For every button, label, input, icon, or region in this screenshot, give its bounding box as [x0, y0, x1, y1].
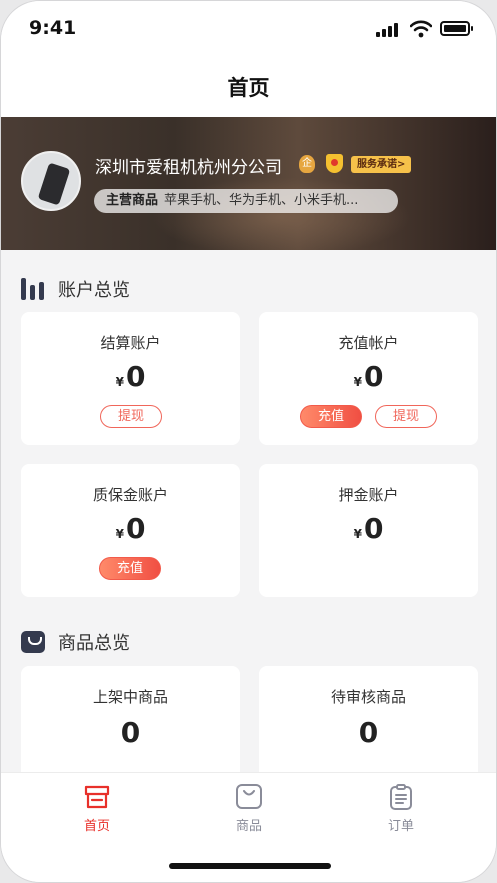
bar-chart-icon: [21, 278, 45, 300]
settlement-account-card: 结算账户 ¥0 提现: [21, 312, 240, 445]
page-title: 首页: [227, 76, 270, 100]
main-goods-label: 主营商品: [106, 193, 159, 208]
card-amount: ¥0: [115, 512, 146, 545]
card-amount: ¥0: [353, 512, 384, 545]
card-label: 充值帐户: [338, 334, 399, 352]
home-indicator[interactable]: [169, 863, 331, 869]
tab-home[interactable]: 首页: [57, 783, 137, 834]
goods-overview-title: 商品总览: [58, 633, 130, 654]
warranty-deposit-account-card: 质保金账户 ¥0 充值: [21, 464, 240, 597]
tab-goods[interactable]: 商品: [209, 783, 289, 834]
card-count: 0: [358, 716, 379, 749]
bag-icon: [236, 784, 262, 809]
service-promise-badge[interactable]: 服务承诺>: [351, 156, 412, 173]
card-amount: ¥0: [115, 360, 146, 393]
card-label: 质保金账户: [92, 486, 168, 504]
enterprise-badge-icon: 企: [299, 155, 315, 173]
tab-label: 订单: [387, 819, 414, 834]
account-overview-title: 账户总览: [58, 280, 130, 301]
card-label: 上架中商品: [92, 688, 168, 706]
deposit-account-card: 押金账户 ¥0: [259, 464, 478, 597]
card-label: 押金账户: [338, 486, 399, 504]
card-count: 0: [120, 716, 141, 749]
recharge-button[interactable]: 充值: [300, 405, 362, 428]
tab-orders[interactable]: 订单: [361, 783, 441, 834]
store-name[interactable]: 深圳市爱租机杭州分公司: [95, 153, 282, 178]
recharge-account-card: 充值帐户 ¥0 充值 提现: [259, 312, 478, 445]
signal-icon: [376, 23, 400, 37]
card-label: 结算账户: [100, 334, 161, 352]
bag-icon: [21, 631, 45, 653]
tab-label: 商品: [235, 819, 262, 834]
main-goods-pill: 主营商品 苹果手机、华为手机、小米手机...: [94, 189, 398, 213]
status-bar: 9:41: [1, 1, 496, 59]
clipboard-icon: [390, 784, 412, 810]
nav-bar: 首页: [1, 59, 496, 117]
status-time: 9:41: [29, 17, 77, 39]
recharge-button[interactable]: 充值: [99, 557, 161, 580]
main-goods-value: 苹果手机、华为手机、小米手机...: [164, 193, 359, 208]
store-icon: [84, 785, 110, 809]
phone-screen: 9:41 首页 深圳市爱租机杭州分公司 企 服务承诺> 主营商品 苹果手机、华为手…: [0, 0, 497, 883]
withdraw-button[interactable]: 提现: [375, 405, 437, 428]
card-label: 待审核商品: [330, 688, 406, 706]
shield-badge-icon: [326, 154, 343, 173]
withdraw-button[interactable]: 提现: [100, 405, 162, 428]
tab-label: 首页: [83, 819, 110, 834]
store-avatar[interactable]: [21, 151, 81, 211]
battery-icon: [440, 21, 473, 36]
card-amount: ¥0: [353, 360, 384, 393]
store-banner: 深圳市爱租机杭州分公司 企 服务承诺> 主营商品 苹果手机、华为手机、小米手机..…: [1, 117, 496, 250]
wifi-icon: [410, 20, 432, 38]
